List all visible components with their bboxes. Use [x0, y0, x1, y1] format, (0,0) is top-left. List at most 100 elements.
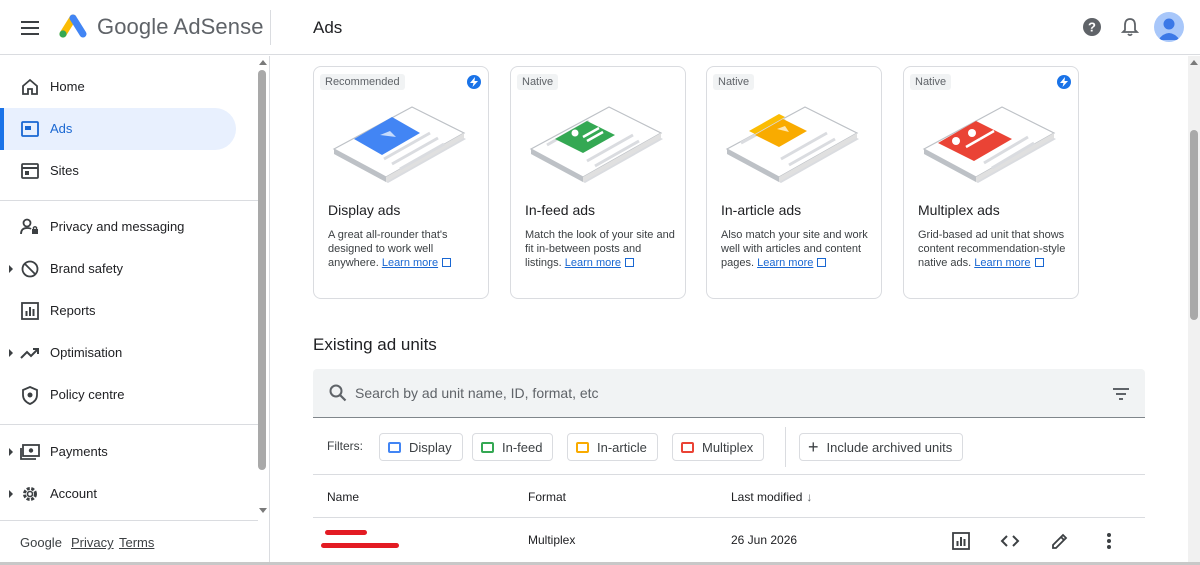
expand-caret-icon[interactable] [9, 448, 13, 456]
redacted-id-mark [321, 543, 399, 548]
filter-chip-label: In-feed [502, 439, 543, 455]
sidebar: Home Ads Sites Privacy and messaging Bra… [0, 56, 270, 565]
more-vertical-icon[interactable] [1097, 529, 1121, 553]
card-description: Match the look of your site and fit in-b… [525, 228, 675, 270]
search-bar[interactable] [313, 369, 1145, 418]
sidebar-scroll-down-arrow[interactable] [259, 508, 267, 513]
row-format: Multiplex [528, 533, 576, 547]
sidebar-item-reports[interactable]: Reports [0, 290, 236, 332]
sidebar-item-label: Privacy and messaging [50, 219, 185, 234]
search-input[interactable] [355, 382, 1055, 404]
inarticle-format-icon [576, 441, 589, 453]
sidebar-item-label: Brand safety [50, 261, 123, 276]
sidebar-item-payments[interactable]: Payments [0, 431, 236, 473]
external-link-icon [1034, 256, 1046, 267]
sidebar-item-home[interactable]: Home [0, 66, 236, 108]
expand-caret-icon[interactable] [9, 265, 13, 273]
sidebar-item-label: Policy centre [50, 387, 125, 402]
block-icon [20, 259, 40, 279]
bell-icon[interactable] [1117, 14, 1143, 40]
card-title: Multiplex ads [918, 202, 1000, 218]
sidebar-scrollbar[interactable] [258, 70, 266, 470]
sidebar-item-label: Reports [50, 303, 96, 318]
table-row[interactable]: Multiplex 26 Jun 2026 [313, 518, 1145, 565]
sidebar-item-label: Payments [50, 444, 108, 459]
topbar-divider [270, 10, 271, 45]
edit-pencil-icon[interactable] [1048, 529, 1072, 553]
report-chart-icon[interactable] [949, 529, 973, 553]
filter-chip-inarticle[interactable]: In-article [567, 433, 658, 461]
trending-icon [20, 343, 40, 363]
code-icon[interactable] [998, 529, 1022, 553]
sidebar-item-label: Account [50, 486, 97, 501]
sidebar-item-label: Home [50, 79, 85, 94]
reports-icon [20, 301, 40, 321]
card-description: A great all-rounder that's designed to w… [328, 228, 478, 270]
sidebar-item-privacy[interactable]: Privacy and messaging [0, 206, 236, 248]
nav-divider [0, 424, 258, 425]
payments-icon [20, 442, 40, 462]
learn-more-link[interactable]: Learn more [382, 257, 438, 269]
help-icon[interactable]: ? [1079, 14, 1105, 40]
sidebar-item-brand-safety[interactable]: Brand safety [0, 248, 236, 290]
filter-chip-label: Multiplex [702, 439, 754, 455]
ad-type-card-inarticle[interactable]: Native In-article ads Also match your si… [706, 66, 882, 299]
sidebar-item-sites[interactable]: Sites [0, 150, 236, 192]
policy-shield-icon [20, 385, 40, 405]
card-title: In-feed ads [525, 202, 596, 218]
ad-type-card-multiplex[interactable]: Native Multiplex ads Grid-based ad unit … [903, 66, 1079, 299]
row-last-modified: 26 Jun 2026 [731, 533, 798, 547]
section-title: Existing ad units [313, 335, 437, 354]
card-badge: Native [910, 74, 952, 90]
gear-icon [20, 484, 40, 504]
sidebar-footer: Google Privacy Terms [0, 520, 258, 565]
learn-more-link[interactable]: Learn more [974, 257, 1030, 269]
ad-type-card-infeed[interactable]: Native In-feed ads Match the look of you… [510, 66, 686, 299]
external-link-icon [625, 256, 637, 267]
expand-caret-icon[interactable] [9, 490, 13, 498]
sites-icon [20, 161, 40, 181]
card-badge: Recommended [320, 74, 405, 90]
sidebar-item-account[interactable]: Account [0, 473, 236, 515]
card-badge: Native [713, 74, 755, 90]
sidebar-scroll-up-arrow[interactable] [259, 60, 267, 65]
main-scrollbar-thumb[interactable] [1190, 130, 1198, 320]
search-icon [329, 384, 347, 402]
filter-chip-label: In-article [597, 439, 647, 455]
column-header-label: Last modified [731, 490, 803, 504]
privacy-link[interactable]: Privacy [71, 535, 114, 550]
learn-more-link[interactable]: Learn more [757, 257, 813, 269]
filter-list-icon[interactable] [1111, 385, 1131, 403]
column-header-name[interactable]: Name [327, 490, 359, 504]
main-scrollbar-track[interactable] [1188, 56, 1200, 565]
expand-caret-icon[interactable] [9, 349, 13, 357]
filter-chip-infeed[interactable]: In-feed [472, 433, 554, 461]
top-app-bar: Google AdSense Ads ? [0, 0, 1200, 55]
filters-label: Filters: [327, 439, 363, 453]
sidebar-item-policy-centre[interactable]: Policy centre [0, 374, 236, 416]
column-header-format[interactable]: Format [528, 490, 566, 504]
home-icon [20, 77, 40, 97]
sidebar-item-label: Ads [50, 121, 73, 136]
sidebar-item-optimisation[interactable]: Optimisation [0, 332, 236, 374]
sidebar-item-label: Sites [50, 163, 79, 178]
avatar-icon[interactable] [1154, 12, 1184, 42]
sort-descending-icon[interactable]: ↓ [806, 490, 812, 504]
hamburger-menu-icon[interactable] [16, 15, 44, 41]
multiplex-format-icon [681, 441, 694, 453]
ad-type-card-display[interactable]: Recommended Display ads A great all-roun… [313, 66, 489, 299]
main-scroll-up-arrow[interactable] [1190, 60, 1198, 65]
sidebar-item-ads[interactable]: Ads [0, 108, 236, 150]
card-description: Grid-based ad unit that shows content re… [918, 228, 1068, 270]
privacy-icon [20, 217, 40, 237]
terms-link[interactable]: Terms [119, 535, 154, 550]
external-link-icon [817, 256, 829, 267]
learn-more-link[interactable]: Learn more [565, 257, 621, 269]
display-ads-illustration-icon [332, 106, 466, 183]
column-header-last-modified[interactable]: Last modified ↓ [731, 490, 812, 504]
app-logo-text: Google AdSense [97, 14, 264, 39]
main-content: Recommended Display ads A great all-roun… [271, 56, 1187, 565]
filter-chip-multiplex[interactable]: Multiplex [672, 433, 765, 461]
filter-chip-display[interactable]: Display [379, 433, 463, 461]
include-archived-button[interactable]: + Include archived units [799, 433, 964, 461]
